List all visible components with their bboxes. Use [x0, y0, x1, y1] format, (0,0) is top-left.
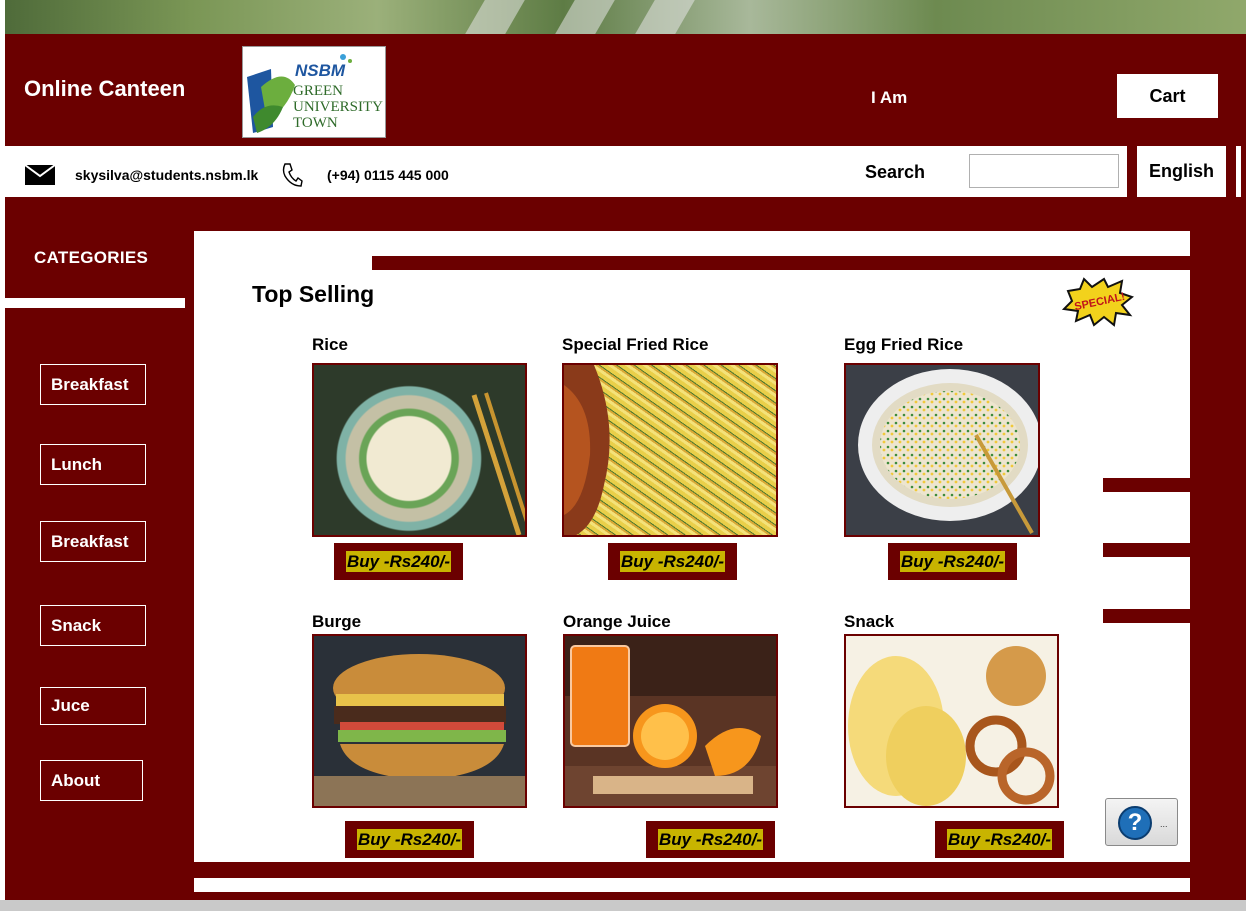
divider	[1236, 146, 1241, 197]
sidebar-item-juce[interactable]: Juce	[40, 687, 146, 725]
fried-rice-chicken-image	[562, 363, 778, 537]
decorative-mark	[1103, 543, 1190, 557]
buy-button[interactable]: Buy -Rs240/-	[935, 821, 1064, 858]
product-name: Special Fried Rice	[562, 335, 709, 354]
buy-button[interactable]: Buy -Rs240/-	[646, 821, 775, 858]
product-name: Orange Juice	[563, 612, 671, 631]
logo-text: GREEN UNIVERSITY TOWN	[293, 83, 383, 131]
burger-image	[312, 634, 527, 808]
panel-band	[372, 256, 1190, 270]
product-name: Rice	[312, 335, 348, 354]
help-button[interactable]: ? ...	[1105, 798, 1178, 846]
buy-button[interactable]: Buy -Rs240/-	[888, 543, 1017, 580]
egg-fried-rice-image	[844, 363, 1040, 537]
language-button[interactable]: English	[1137, 146, 1226, 197]
categories-heading: CATEGORIES	[34, 248, 149, 267]
orange-juice-image	[563, 634, 778, 808]
mail-icon	[24, 164, 56, 185]
decorative-mark	[1103, 478, 1190, 492]
special-badge-icon: SPECIAL!	[1062, 277, 1134, 327]
i-am-label[interactable]: I Am	[871, 88, 907, 108]
help-more-icon: ...	[1160, 819, 1168, 829]
buy-button[interactable]: Buy -Rs240/-	[608, 543, 737, 580]
vegetable-rice-image	[312, 363, 527, 537]
product-name: Burge	[312, 612, 362, 631]
taskbar-strip	[0, 900, 1246, 911]
contact-email: skysilva@students.nsbm.lk	[75, 167, 259, 183]
product-name: Egg Fried Rice	[844, 335, 964, 354]
cart-button[interactable]: Cart	[1117, 74, 1218, 118]
phone-icon	[282, 163, 303, 187]
help-icon: ?	[1118, 806, 1152, 840]
product-name: Snack	[844, 612, 895, 631]
section-title: Top Selling	[252, 281, 375, 307]
buy-button[interactable]: Buy -Rs240/-	[345, 821, 474, 858]
logo-brand: NSBM	[295, 61, 346, 80]
categories-divider	[5, 298, 185, 308]
sidebar-item-breakfast[interactable]: Breakfast	[40, 364, 146, 405]
app-title: Online Canteen	[24, 76, 186, 101]
buy-button[interactable]: Buy -Rs240/-	[334, 543, 463, 580]
nsbm-logo: NSBM GREEN UNIVERSITY TOWN	[242, 46, 386, 138]
chips-pretzels-image	[844, 634, 1059, 808]
window-edge	[0, 0, 5, 911]
header-banner-image	[5, 0, 1246, 34]
sidebar-item-snack[interactable]: Snack	[40, 605, 146, 646]
sidebar-item-lunch[interactable]: Lunch	[40, 444, 146, 485]
sidebar-item-about[interactable]: About	[40, 760, 143, 801]
decorative-mark	[1103, 609, 1190, 623]
search-input[interactable]	[969, 154, 1119, 188]
search-label: Search	[865, 162, 926, 182]
bottom-band	[194, 878, 1190, 892]
contact-phone: (+94) 0115 445 000	[327, 167, 449, 183]
sidebar-item-breakfast-2[interactable]: Breakfast	[40, 521, 146, 562]
